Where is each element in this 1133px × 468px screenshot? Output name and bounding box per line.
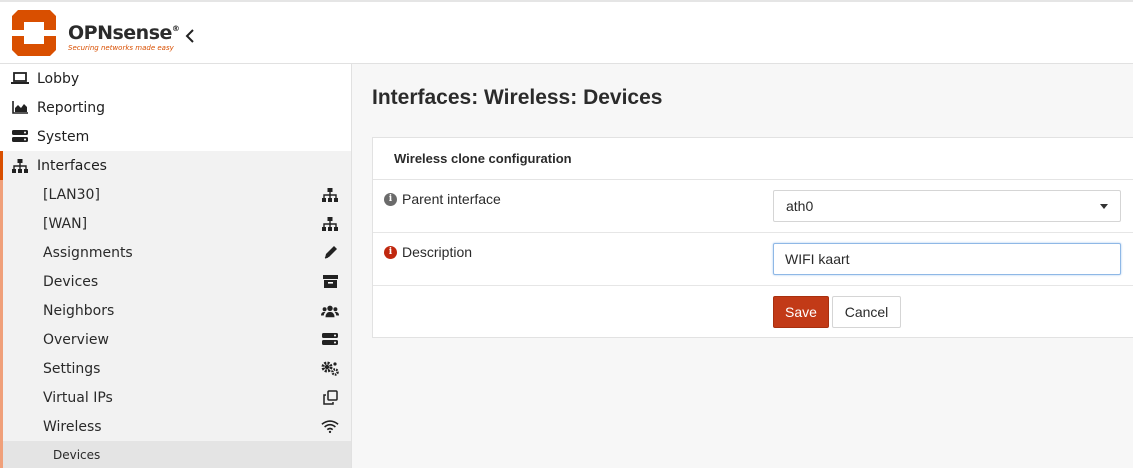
wifi-icon <box>321 419 339 435</box>
caret-down-icon <box>1100 204 1108 209</box>
sidebar-item-label: System <box>37 128 90 145</box>
info-icon[interactable]: i <box>384 192 397 206</box>
sitemap-icon <box>11 158 29 173</box>
parent-interface-selected-value: ath0 <box>786 198 814 214</box>
info-icon[interactable]: i <box>384 245 397 259</box>
users-icon <box>321 303 339 319</box>
sidebar-item-assignments[interactable]: Assignments <box>0 238 351 267</box>
top-header: OPNsense® Securing networks made easy <box>0 0 1133 64</box>
sidebar-item-lobby[interactable]: Lobby <box>0 64 351 93</box>
sidebar-item-label: Assignments <box>43 244 133 261</box>
description-row: i Description <box>373 233 1133 286</box>
archive-icon <box>321 274 339 290</box>
pencil-icon <box>321 245 339 261</box>
sidebar-item-virtual-ips[interactable]: Virtual IPs <box>0 383 351 412</box>
save-button[interactable]: Save <box>773 296 829 328</box>
sidebar-item-wan[interactable]: [WAN] <box>0 209 351 238</box>
sidebar-item-label: Lobby <box>37 70 80 87</box>
sitemap-icon <box>321 187 339 203</box>
cancel-button[interactable]: Cancel <box>832 296 901 328</box>
sidebar-item-label: Wireless <box>43 418 102 435</box>
sidebar-item-overview[interactable]: Overview <box>0 325 351 354</box>
area-chart-icon <box>11 101 29 115</box>
sidebar-item-wireless-devices[interactable]: Devices <box>0 441 351 468</box>
sitemap-icon <box>321 216 339 232</box>
sidebar-item-system[interactable]: System <box>0 122 351 151</box>
server-icon <box>11 130 29 144</box>
description-label[interactable]: i Description <box>384 244 472 260</box>
page-title: Interfaces: Wireless: Devices <box>372 86 663 109</box>
sidebar-item-wireless[interactable]: Wireless <box>0 412 351 441</box>
laptop-icon <box>11 72 29 86</box>
wireless-clone-panel: Wireless clone configuration i Parent in… <box>372 137 1133 338</box>
sidebar-item-neighbors[interactable]: Neighbors <box>0 296 351 325</box>
sidebar: Lobby Reporting System Interfaces [LAN30… <box>0 64 352 468</box>
sidebar-item-label: Overview <box>43 331 109 348</box>
cogs-icon <box>321 361 339 377</box>
brand-name: OPNsense® <box>68 22 180 44</box>
sidebar-item-interfaces[interactable]: Interfaces <box>3 151 351 180</box>
sidebar-item-label: Reporting <box>37 99 106 116</box>
sidebar-item-label: [LAN30] <box>43 186 100 203</box>
opnsense-logo[interactable] <box>10 8 58 58</box>
sidebar-item-label: [WAN] <box>43 215 88 232</box>
sidebar-item-devices[interactable]: Devices <box>0 267 351 296</box>
parent-interface-label[interactable]: i Parent interface <box>384 191 501 207</box>
parent-interface-label-text: Parent interface <box>402 191 501 207</box>
sidebar-item-label: Settings <box>43 360 101 377</box>
description-input[interactable] <box>773 243 1121 275</box>
description-label-text: Description <box>402 244 473 260</box>
sidebar-item-label: Neighbors <box>43 302 115 319</box>
brand-tagline: Securing networks made easy <box>68 44 174 52</box>
sidebar-item-settings[interactable]: Settings <box>0 354 351 383</box>
server-icon <box>321 332 339 348</box>
chevron-left-icon[interactable] <box>184 28 196 44</box>
parent-interface-row: i Parent interface ath0 <box>373 180 1133 233</box>
sidebar-item-label: Devices <box>43 273 99 290</box>
parent-interface-select[interactable]: ath0 <box>773 190 1121 222</box>
sidebar-item-label: Virtual IPs <box>43 389 113 406</box>
sidebar-item-label: Devices <box>53 448 101 462</box>
sidebar-item-reporting[interactable]: Reporting <box>0 93 351 122</box>
panel-heading: Wireless clone configuration <box>373 138 1133 180</box>
sidebar-group-interfaces: Interfaces [LAN30] [WAN] Assignments Dev… <box>0 151 351 468</box>
form-actions-row: Save Cancel <box>373 286 1133 339</box>
sidebar-item-lan30[interactable]: [LAN30] <box>0 180 351 209</box>
clone-icon <box>321 390 339 406</box>
sidebar-item-label: Interfaces <box>37 157 107 174</box>
